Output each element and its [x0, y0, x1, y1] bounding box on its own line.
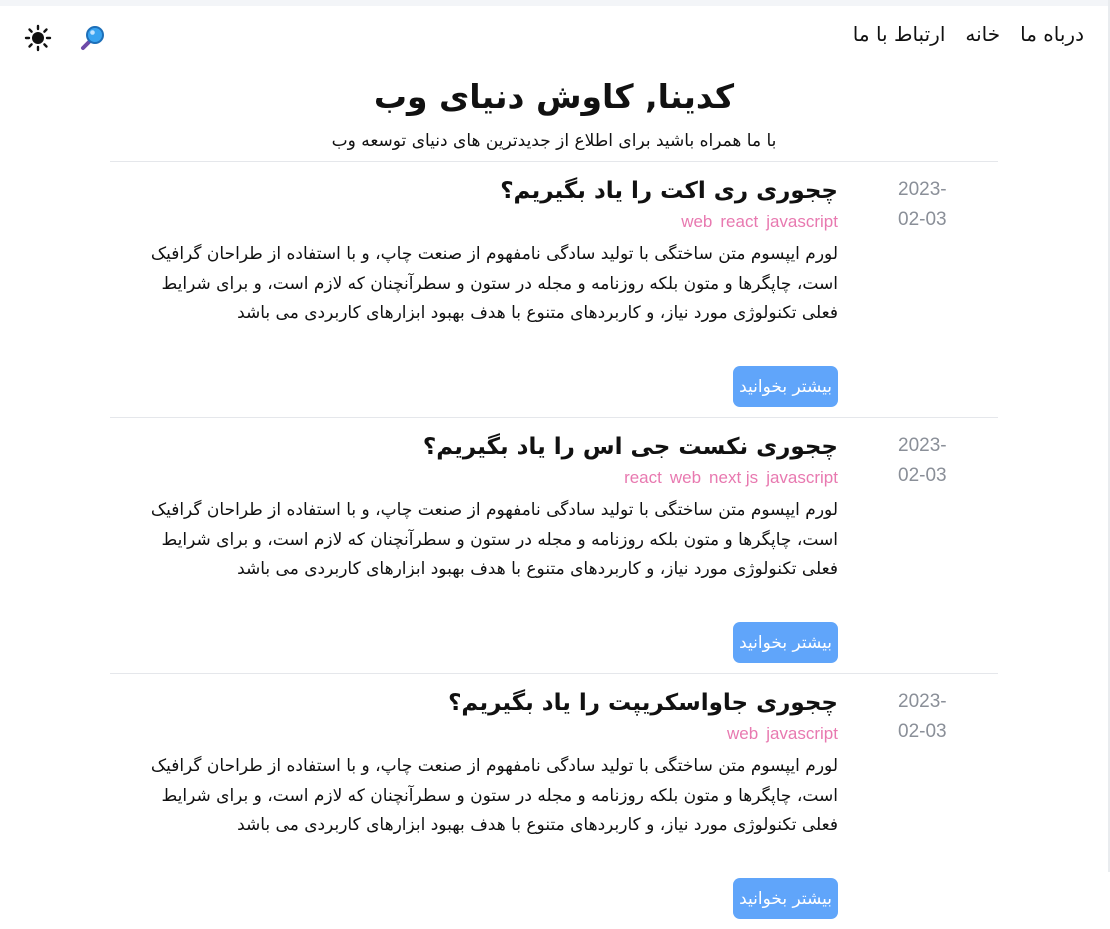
post-excerpt: لورم ایپسوم متن ساختگی با تولید سادگی نا…: [150, 244, 838, 323]
magnifier-icon[interactable]: [78, 24, 106, 52]
post-title[interactable]: چجوری نکست جی اس را یاد بگیریم؟: [130, 432, 838, 462]
post-list: 2023-02-03 چجوری ری اکت را یاد بگیریم؟ w…: [110, 161, 998, 929]
nav-item-about[interactable]: درباه ما: [1020, 22, 1084, 46]
top-strip: [0, 0, 1110, 6]
read-more-button[interactable]: بیشتر بخوانید: [733, 366, 838, 407]
post-tags: react web next js javascript: [130, 466, 838, 490]
read-more-button[interactable]: بیشتر بخوانید: [733, 622, 838, 663]
post-tag[interactable]: web: [681, 212, 712, 231]
post-tags: web react javascript: [130, 210, 838, 234]
post-tag[interactable]: react: [720, 212, 758, 231]
post-tag[interactable]: react: [624, 468, 662, 487]
nav-item-home[interactable]: خانه: [965, 22, 1000, 46]
post-content: چجوری ری اکت را یاد بگیریم؟ web react java…: [130, 176, 838, 407]
hero: کدینا, کاوش دنیای وب با ما همراه باشید ب…: [110, 72, 998, 154]
post-card: 2023-02-03 چجوری ری اکت را یاد بگیریم؟ w…: [110, 161, 998, 417]
main-nav: درباه ما خانه ارتباط با ما: [853, 22, 1084, 46]
post-excerpt: لورم ایپسوم متن ساختگی با تولید سادگی نا…: [150, 500, 838, 579]
post-content: چجوری نکست جی اس را یاد بگیریم؟ react web…: [130, 432, 838, 663]
post-title[interactable]: چجوری ری اکت را یاد بگیریم؟: [130, 176, 838, 206]
post-card: 2023-02-03 چجوری جاواسکریپت را یاد بگیری…: [110, 673, 998, 929]
site-title: کدینا, کاوش دنیای وب: [373, 77, 735, 116]
site-subtitle: با ما همراه باشید برای اطلاع از جدیدترین…: [331, 131, 777, 151]
post-date: 2023-02-03: [898, 179, 947, 230]
post-tag[interactable]: javascript: [766, 212, 838, 231]
sun-icon[interactable]: [24, 24, 52, 52]
post-content: چجوری جاواسکریپت را یاد بگیریم؟ web javas…: [130, 688, 838, 919]
post-title[interactable]: چجوری جاواسکریپت را یاد بگیریم؟: [130, 688, 838, 718]
post-card: 2023-02-03 چجوری نکست جی اس را یاد بگیری…: [110, 417, 998, 673]
post-tag[interactable]: next js: [709, 468, 758, 487]
post-excerpt: لورم ایپسوم متن ساختگی با تولید سادگی نا…: [150, 756, 838, 835]
post-tag[interactable]: web: [727, 724, 758, 743]
read-more-button[interactable]: بیشتر بخوانید: [733, 878, 838, 919]
post-date: 2023-02-03: [898, 435, 947, 486]
post-tag[interactable]: javascript: [766, 724, 838, 743]
nav-item-contact[interactable]: ارتباط با ما: [853, 22, 946, 46]
toolbar: [24, 24, 106, 52]
post-tag[interactable]: web: [670, 468, 701, 487]
post-tag[interactable]: javascript: [766, 468, 838, 487]
post-tags: web javascript: [130, 722, 838, 746]
post-date: 2023-02-03: [898, 691, 947, 742]
